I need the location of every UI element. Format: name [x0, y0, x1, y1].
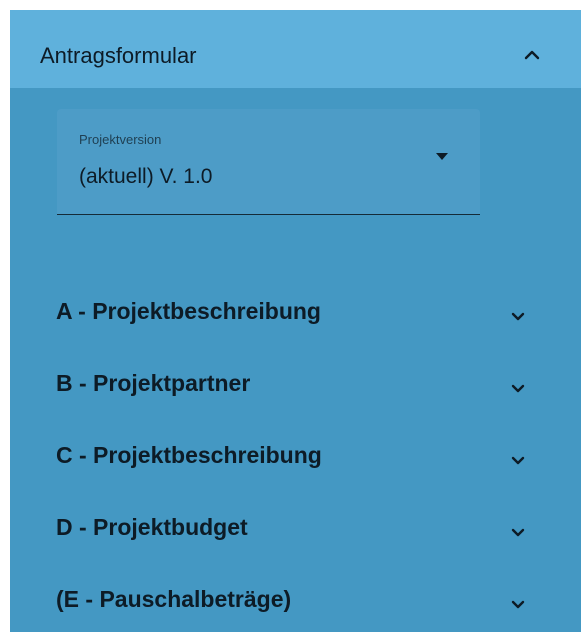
section-item-a[interactable]: A - Projektbeschreibung: [10, 275, 581, 345]
project-version-value: (aktuell) V. 1.0: [79, 165, 213, 188]
section-item-d[interactable]: D - Projektbudget: [10, 491, 581, 561]
project-version-label: Projektversion: [79, 132, 162, 147]
project-version-select[interactable]: Projektversion (aktuell) V. 1.0: [57, 109, 480, 215]
chevron-up-icon[interactable]: [519, 42, 545, 68]
section-label: A - Projektbeschreibung: [56, 298, 321, 324]
section-label: (E - Pauschalbeträge): [56, 586, 292, 612]
chevron-down-icon[interactable]: [505, 448, 531, 474]
antragsformular-panel: Antragsformular Projektversion (aktuell)…: [10, 10, 581, 632]
section-item-c[interactable]: C - Projektbeschreibung: [10, 419, 581, 489]
section-item-e[interactable]: (E - Pauschalbeträge): [10, 563, 581, 632]
section-label: C - Projektbeschreibung: [56, 442, 322, 468]
chevron-down-icon[interactable]: [505, 520, 531, 546]
section-label: D - Projektbudget: [56, 514, 248, 540]
section-item-b[interactable]: B - Projektpartner: [10, 347, 581, 417]
panel-header[interactable]: Antragsformular: [10, 10, 581, 88]
caret-down-icon[interactable]: [432, 149, 452, 163]
panel-title: Antragsformular: [40, 43, 197, 68]
chevron-down-icon[interactable]: [505, 376, 531, 402]
chevron-down-icon[interactable]: [505, 304, 531, 330]
section-label: B - Projektpartner: [56, 370, 251, 396]
chevron-down-icon[interactable]: [505, 592, 531, 618]
